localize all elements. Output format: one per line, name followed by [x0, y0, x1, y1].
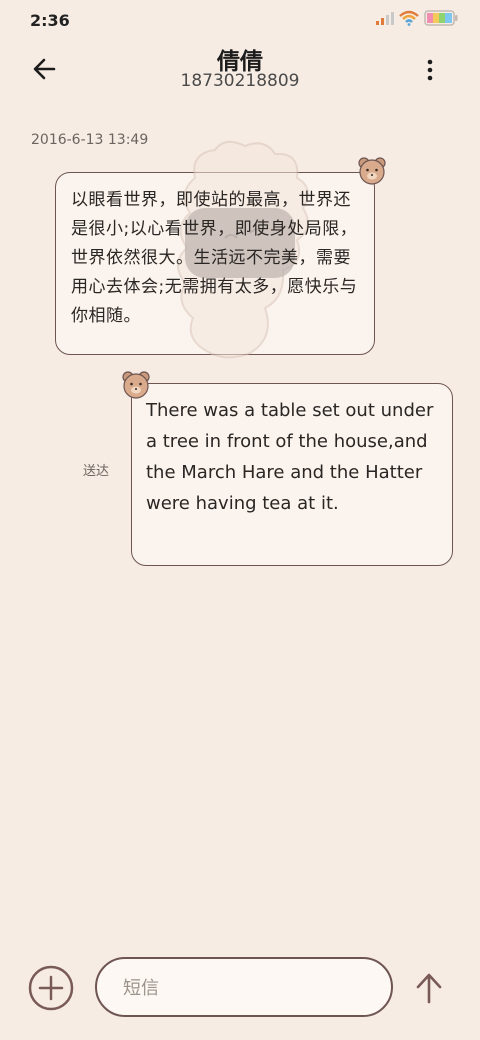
- delivery-status: 送达: [83, 464, 110, 479]
- message-timestamp: 2016-6-13 13:49: [31, 132, 149, 148]
- message-input-container[interactable]: [95, 957, 393, 1017]
- message-input[interactable]: [121, 973, 365, 1003]
- status-bar: 2:36: [0, 0, 480, 40]
- status-icons: [376, 10, 458, 26]
- incoming-message-text: 以眼看世界，即使站的最高，世界还是很小;以心看世界，即使身处局限，世界依然很大。…: [71, 190, 358, 326]
- contact-number: 18730218809: [180, 71, 300, 91]
- incoming-message-bubble[interactable]: 以眼看世界，即使站的最高，世界还是很小;以心看世界，即使身处局限，世界依然很大。…: [55, 172, 375, 355]
- conversation-header: 倩倩 18730218809: [0, 40, 480, 100]
- add-attachment-button[interactable]: [27, 964, 75, 1012]
- status-time: 2:36: [30, 11, 70, 30]
- bear-sticker-icon: [122, 371, 150, 399]
- plus-circle-icon: [28, 965, 74, 1011]
- wifi-icon: [399, 10, 419, 26]
- bear-sticker-icon: [358, 157, 386, 185]
- battery-icon: [424, 10, 458, 26]
- outgoing-message-bubble[interactable]: There was a table set out under a tree i…: [131, 383, 453, 566]
- outgoing-message-text: There was a table set out under a tree i…: [146, 400, 434, 514]
- more-vertical-icon: [427, 59, 433, 81]
- arrow-up-icon: [416, 973, 442, 1004]
- more-button[interactable]: [420, 56, 440, 86]
- send-button[interactable]: [410, 968, 448, 1008]
- signal-icon: [376, 12, 394, 25]
